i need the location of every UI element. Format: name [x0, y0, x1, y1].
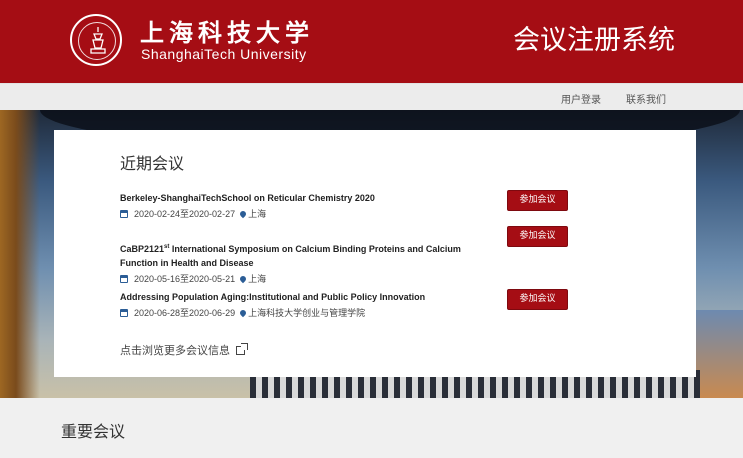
conference-location: 上海科技大学创业与管理学院	[248, 308, 366, 318]
contact-link[interactable]: 联系我们	[626, 91, 666, 106]
conference-item: Addressing Population Aging:Institutiona…	[120, 290, 480, 319]
conference-location: 上海	[248, 274, 267, 284]
conference-dates: 2020-06-28至2020-06-29	[134, 308, 236, 318]
hero-photo-left	[0, 110, 40, 398]
conference-name-main: CaBP2121	[120, 244, 165, 254]
conference-name[interactable]: Berkeley-ShanghaiTechSchool on Reticular…	[120, 191, 480, 205]
top-nav: 用户登录 联系我们	[0, 83, 743, 110]
map-marker-icon	[238, 308, 248, 318]
tower-icon	[90, 27, 106, 54]
conference-name[interactable]: Addressing Population Aging:Institutiona…	[120, 290, 480, 304]
conference-meta: 2020-02-24至2020-02-27 上海	[120, 207, 480, 220]
calendar-icon	[120, 275, 128, 283]
conference-dates: 2020-02-24至2020-02-27	[134, 209, 236, 219]
calendar-icon	[120, 210, 128, 218]
map-marker-icon	[238, 209, 248, 219]
important-conferences-title: 重要会议	[61, 422, 126, 441]
more-conferences-link[interactable]: 点击浏览更多会议信息	[120, 342, 248, 358]
conference-meta: 2020-05-16至2020-05-21 上海	[120, 272, 480, 285]
external-link-icon	[236, 343, 248, 355]
join-conference-button[interactable]: 参加会议	[507, 226, 568, 247]
join-conference-button[interactable]: 参加会议	[507, 289, 568, 310]
conference-item: Berkeley-ShanghaiTechSchool on Reticular…	[120, 191, 480, 220]
conference-meta: 2020-06-28至2020-06-29 上海科技大学创业与管理学院	[120, 306, 480, 319]
recent-conferences-card: 近期会议 Berkeley-ShanghaiTechSchool on Reti…	[54, 130, 696, 377]
recent-conferences-title: 近期会议	[120, 154, 185, 173]
system-title: 会议注册系统	[513, 25, 675, 56]
conference-name-rest: International Symposium on Calcium Bindi…	[120, 244, 461, 268]
conference-dates: 2020-05-16至2020-05-21	[134, 274, 236, 284]
login-link[interactable]: 用户登录	[561, 91, 601, 106]
more-conferences-label: 点击浏览更多会议信息	[120, 344, 230, 357]
join-conference-button[interactable]: 参加会议	[507, 190, 568, 211]
conference-location: 上海	[248, 209, 267, 219]
important-conferences-section: 重要会议	[0, 398, 743, 458]
university-name-en[interactable]: ShanghaiTech University	[141, 46, 307, 62]
calendar-icon	[120, 309, 128, 317]
site-header: 上海科技大学 ShanghaiTech University 会议注册系统	[0, 0, 743, 83]
conference-item: CaBP2121st International Symposium on Ca…	[120, 240, 480, 285]
university-name-cn[interactable]: 上海科技大学	[140, 13, 314, 48]
map-marker-icon	[238, 274, 248, 284]
conference-name[interactable]: CaBP2121st International Symposium on Ca…	[120, 240, 480, 270]
university-seal-logo[interactable]	[70, 14, 122, 66]
